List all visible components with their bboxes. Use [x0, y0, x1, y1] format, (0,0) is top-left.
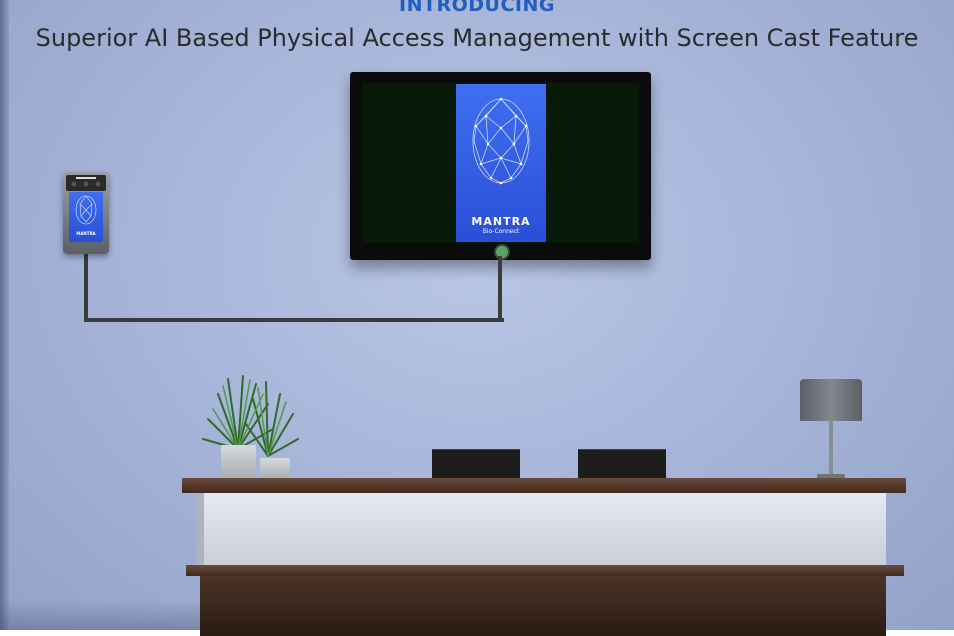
desk-panel-edge	[196, 493, 204, 565]
floor-shadow	[0, 600, 200, 630]
lamp-pole	[829, 421, 833, 476]
device-screen: MANTRA	[69, 192, 103, 242]
tv-display: MANTRA Bio-Connect	[350, 72, 651, 260]
desk-monitor-right	[578, 449, 666, 480]
cable-vertical-left	[84, 252, 88, 322]
tagline: Superior AI Based Physical Access Manage…	[35, 24, 919, 52]
camera-icon	[71, 177, 101, 187]
cable-horizontal	[84, 318, 504, 322]
brand-subtitle: Bio-Connect	[482, 228, 520, 235]
plant-left-icon	[202, 375, 299, 457]
introducing-heading: INTRODUCING	[399, 0, 555, 16]
device-brand: MANTRA	[76, 231, 96, 236]
screen-cast-panel: MANTRA Bio-Connect	[456, 84, 546, 242]
brand-logo: MANTRA	[471, 215, 531, 228]
desk-top	[182, 478, 906, 493]
plant-pot-right	[260, 458, 290, 478]
cable-vertical-right	[498, 256, 502, 322]
face-mesh-small-icon	[75, 195, 97, 225]
access-control-device: MANTRA	[63, 172, 109, 254]
desk-monitor-left	[432, 449, 520, 480]
desk-ledge	[186, 565, 904, 576]
desk-front	[200, 576, 886, 636]
tv-connector-icon	[494, 244, 510, 260]
face-mesh-icon	[472, 97, 530, 185]
wall-edge	[0, 0, 9, 630]
camera-module	[66, 175, 106, 191]
plant-pot-left	[221, 445, 256, 478]
desk-panel	[196, 493, 886, 565]
lamp-shade	[800, 379, 862, 421]
tv-screen: MANTRA Bio-Connect	[362, 83, 639, 243]
